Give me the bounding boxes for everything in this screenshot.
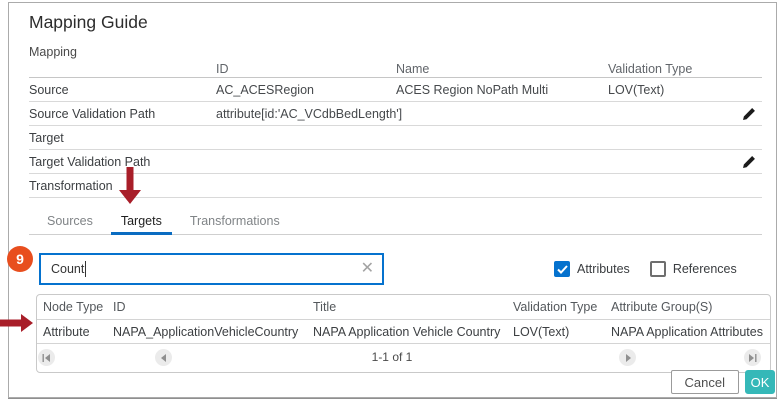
column-name: Name: [396, 62, 608, 76]
cell-validation-type: LOV(Text): [513, 325, 611, 339]
column-node-type: Node Type: [43, 300, 113, 314]
results-panel: Node Type ID Title Validation Type Attri…: [36, 294, 771, 373]
tab-bar: Sources Targets Transformations: [29, 209, 762, 235]
source-validation-type: LOV(Text): [608, 83, 728, 97]
last-page-icon: [748, 354, 757, 362]
mapping-row-source-validation-path: Source Validation Path attribute[id:'AC_…: [29, 102, 762, 126]
previous-page-button[interactable]: [155, 349, 172, 366]
first-page-icon: [42, 354, 51, 362]
cell-attribute-groups: NAPA Application Attributes: [611, 325, 770, 339]
search-input[interactable]: Count ✕: [39, 253, 384, 285]
mapping-section-label: Mapping: [29, 45, 776, 59]
last-page-button[interactable]: [744, 349, 761, 366]
search-value: Count: [51, 262, 84, 276]
first-page-button[interactable]: [38, 349, 55, 366]
references-label: References: [673, 262, 737, 276]
dialog-footer: Cancel OK: [671, 370, 775, 394]
annotation-right-arrow-icon: [0, 314, 33, 332]
column-title: Title: [313, 300, 513, 314]
mapping-row-target: Target: [29, 126, 762, 150]
edit-cell: [728, 155, 762, 169]
result-row-attribute[interactable]: Attribute NAPA_ApplicationVehicleCountry…: [37, 320, 770, 344]
cell-node-type: Attribute: [43, 325, 113, 339]
ok-button[interactable]: OK: [745, 370, 775, 394]
column-validation-type: Validation Type: [513, 300, 611, 314]
tab-sources[interactable]: Sources: [37, 209, 103, 235]
step-number-badge: 9: [7, 246, 33, 272]
mapping-guide-dialog: Mapping Guide Mapping ID Name Validation…: [8, 2, 777, 398]
previous-page-icon: [160, 354, 168, 362]
attributes-filter: Attributes: [554, 261, 630, 277]
edit-pencil-icon[interactable]: [742, 107, 756, 121]
source-name: ACES Region NoPath Multi: [396, 83, 608, 97]
results-header: Node Type ID Title Validation Type Attri…: [37, 295, 770, 320]
dialog-title: Mapping Guide: [29, 12, 776, 33]
edit-pencil-icon[interactable]: [742, 155, 756, 169]
column-validation-type: Validation Type: [608, 62, 728, 76]
source-id: AC_ACESRegion: [216, 83, 396, 97]
references-filter: References: [650, 261, 737, 277]
tab-targets[interactable]: Targets: [111, 209, 172, 235]
text-cursor: [85, 261, 86, 277]
screen: Mapping Guide Mapping ID Name Validation…: [0, 0, 784, 405]
edit-cell: [728, 107, 762, 121]
attributes-label: Attributes: [577, 262, 630, 276]
references-checkbox[interactable]: [650, 261, 666, 277]
filter-checkboxes: Attributes References: [554, 261, 737, 277]
pagination-bar: 1-1 of 1: [37, 344, 770, 372]
search-and-filter-row: Count ✕ Attributes References: [39, 253, 762, 285]
cell-title: NAPA Application Vehicle Country: [313, 325, 513, 339]
attributes-checkbox[interactable]: [554, 261, 570, 277]
row-label: Target: [29, 131, 216, 145]
column-id: ID: [113, 300, 313, 314]
source-validation-path-value: attribute[id:'AC_VCdbBedLength']: [216, 107, 396, 121]
pagination-range-label: 1-1 of 1: [347, 350, 437, 364]
tab-transformations[interactable]: Transformations: [180, 209, 290, 235]
cell-id: NAPA_ApplicationVehicleCountry: [113, 325, 313, 339]
check-icon: [557, 265, 568, 274]
column-id: ID: [216, 62, 396, 76]
annotation-down-arrow-icon: [119, 167, 141, 204]
clear-search-icon[interactable]: ✕: [361, 261, 374, 277]
mapping-table-header: ID Name Validation Type: [29, 61, 762, 78]
row-label: Source: [29, 83, 216, 97]
mapping-row-source: Source AC_ACESRegion ACES Region NoPath …: [29, 78, 762, 102]
row-label: Source Validation Path: [29, 107, 216, 121]
cancel-button[interactable]: Cancel: [671, 370, 739, 394]
next-page-icon: [624, 354, 632, 362]
column-attribute-groups: Attribute Group(S): [611, 300, 770, 314]
next-page-button[interactable]: [619, 349, 636, 366]
